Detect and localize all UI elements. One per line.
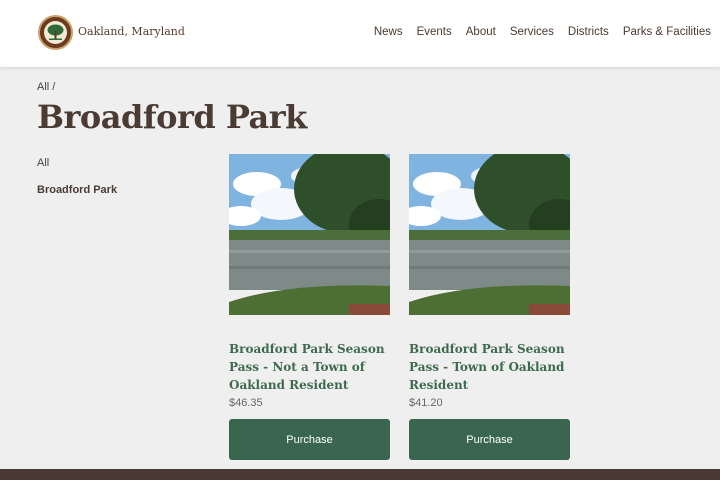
category-current-link[interactable]: Broadford Park (37, 184, 117, 196)
nav-services[interactable]: Services (510, 26, 554, 38)
product-card: Broadford Park Season Pass - Not a Town … (229, 154, 390, 460)
product-image[interactable] (229, 154, 390, 315)
category-all-link[interactable]: All (37, 157, 49, 169)
breadcrumb-all[interactable]: All (37, 81, 49, 93)
breadcrumb-separator: / (52, 81, 56, 93)
product-title[interactable]: Broadford Park Season Pass - Town of Oak… (409, 340, 570, 394)
nav-news[interactable]: News (374, 26, 403, 38)
town-seal-tree-icon[interactable] (38, 15, 73, 50)
site-name[interactable]: Oakland, Maryland (78, 25, 185, 38)
product-price: $46.35 (229, 397, 263, 409)
page-title: Broadford Park (37, 98, 307, 136)
nav-districts[interactable]: Districts (568, 26, 609, 38)
nav-parks-facilities[interactable]: Parks & Facilities (623, 26, 711, 38)
product-price: $41.20 (409, 397, 443, 409)
purchase-button[interactable]: Purchase (229, 419, 390, 460)
product-card: Broadford Park Season Pass - Town of Oak… (409, 154, 570, 460)
purchase-button[interactable]: Purchase (409, 419, 570, 460)
site-footer (0, 469, 720, 480)
main-nav: News Events About Services Districts Par… (360, 26, 711, 38)
product-title[interactable]: Broadford Park Season Pass - Not a Town … (229, 340, 390, 394)
product-image[interactable] (409, 154, 570, 315)
nav-about[interactable]: About (466, 26, 496, 38)
breadcrumb: All / (37, 81, 55, 93)
nav-events[interactable]: Events (417, 26, 452, 38)
site-header: Oakland, Maryland News Events About Serv… (0, 0, 720, 67)
